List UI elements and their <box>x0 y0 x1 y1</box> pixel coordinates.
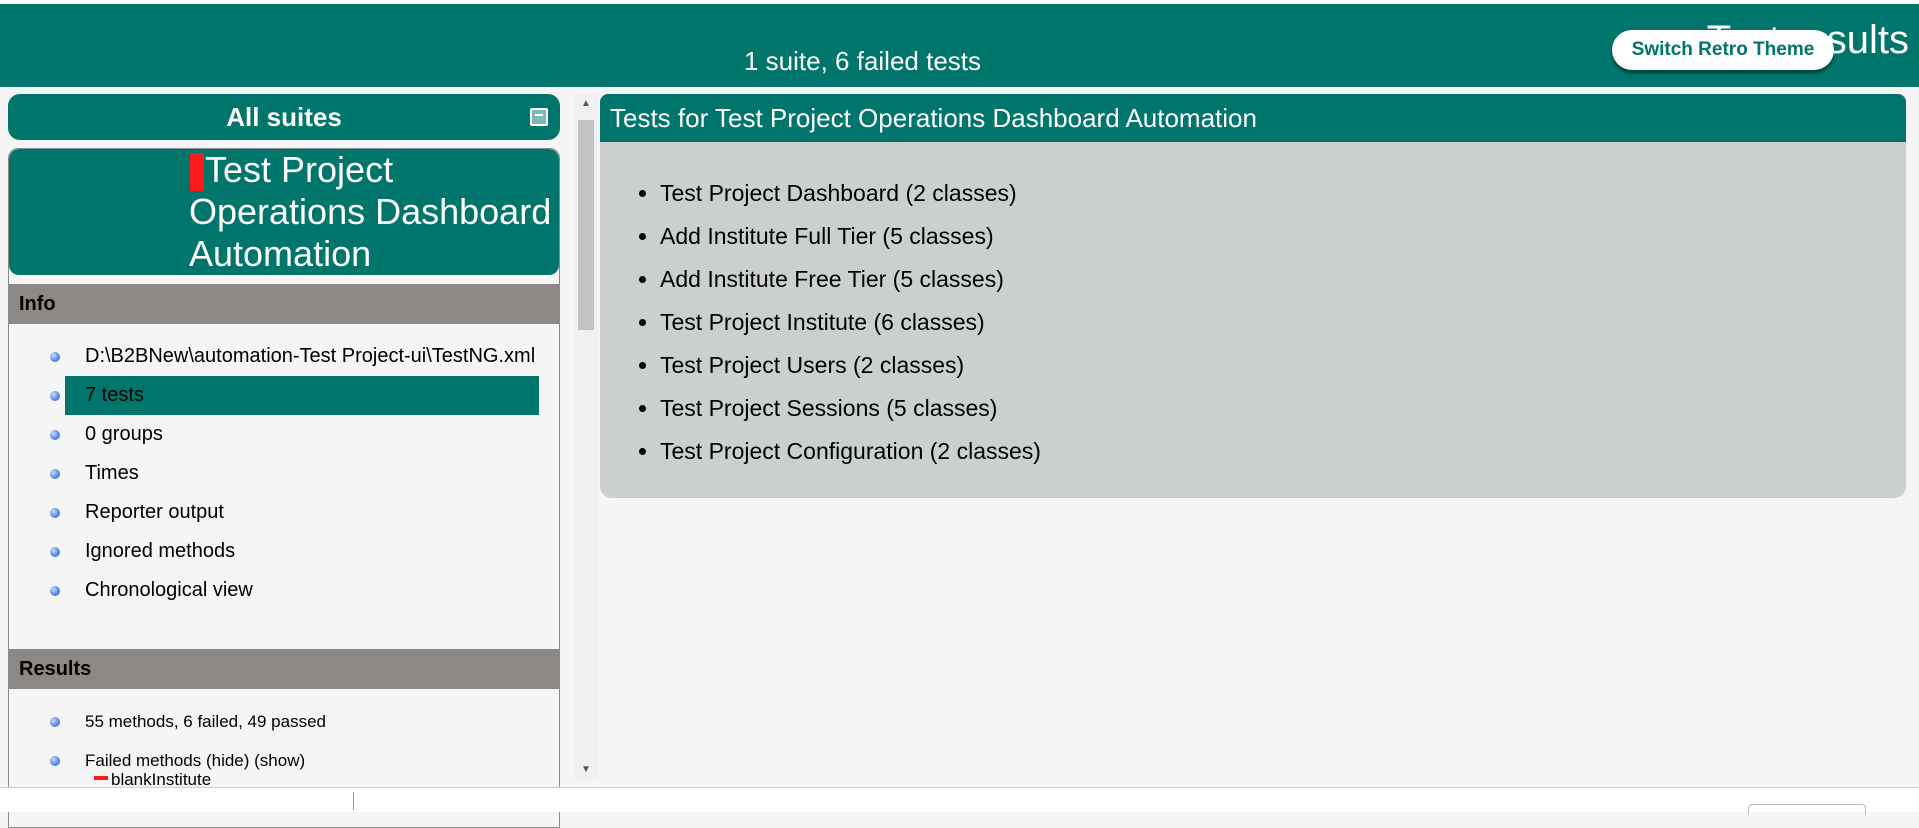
test-item: Test Project Sessions (5 classes) <box>660 387 1906 430</box>
bullet-icon <box>50 430 60 440</box>
bullet-icon <box>50 547 60 557</box>
info-item-ignored-methods[interactable]: Ignored methods <box>9 532 559 571</box>
bottom-control <box>1748 804 1866 815</box>
top-bar: 1 suite, 6 failed tests Test results Swi… <box>0 0 1919 87</box>
divider <box>353 792 354 810</box>
all-suites-label: All suites <box>226 102 342 132</box>
info-item-tests[interactable]: 7 tests <box>9 376 559 415</box>
main-title: Tests for Test Project Operations Dashbo… <box>600 94 1906 142</box>
results-list: 55 methods, 6 failed, 49 passed Failed m… <box>9 702 559 789</box>
bullet-icon <box>50 469 60 479</box>
bullet-icon <box>50 352 60 362</box>
info-item-times[interactable]: Times <box>9 454 559 493</box>
collapse-icon[interactable] <box>530 108 548 126</box>
switch-theme-button[interactable]: Switch Retro Theme <box>1612 30 1834 70</box>
results-item-method-counts: 55 methods, 6 failed, 49 passed <box>9 702 559 741</box>
test-list: Test Project Dashboard (2 classes) Add I… <box>600 142 1906 473</box>
all-suites-header[interactable]: All suites <box>8 94 560 140</box>
test-item: Test Project Users (2 classes) <box>660 344 1906 387</box>
sidebar-panel: Test Project Operations Dashboard Automa… <box>8 148 560 828</box>
test-item: Add Institute Free Tier (5 classes) <box>660 258 1906 301</box>
results-section-heading: Results <box>9 649 559 689</box>
info-list: D:\B2BNew\automation-Test Project-ui\Tes… <box>9 337 559 610</box>
test-item: Test Project Configuration (2 classes) <box>660 430 1906 473</box>
test-item: Test Project Dashboard (2 classes) <box>660 172 1906 215</box>
suite-name[interactable]: Test Project Operations Dashboard Automa… <box>189 149 559 275</box>
suite-header[interactable]: Test Project Operations Dashboard Automa… <box>9 149 559 275</box>
bullet-icon <box>50 586 60 596</box>
bullet-icon <box>50 391 60 401</box>
info-item-suite-file[interactable]: D:\B2BNew\automation-Test Project-ui\Tes… <box>9 337 559 376</box>
test-item: Add Institute Full Tier (5 classes) <box>660 215 1906 258</box>
bullet-icon <box>50 717 60 727</box>
failed-marker-icon <box>94 776 108 780</box>
info-section-heading: Info <box>9 284 559 324</box>
info-item-reporter-output[interactable]: Reporter output <box>9 493 559 532</box>
bullet-icon <box>50 508 60 518</box>
scroll-down-arrow-icon[interactable]: ▼ <box>574 760 598 780</box>
results-item-failed-methods[interactable]: Failed methods (hide) (show) blankInstit… <box>9 741 559 789</box>
info-item-chronological-view[interactable]: Chronological view <box>9 571 559 610</box>
test-list-panel: Test Project Dashboard (2 classes) Add I… <box>600 142 1906 498</box>
suite-summary: 1 suite, 6 failed tests <box>743 46 982 76</box>
scroll-up-arrow-icon[interactable]: ▲ <box>574 94 598 114</box>
bullet-icon <box>50 756 60 766</box>
bottom-strip <box>0 787 1919 815</box>
info-item-groups[interactable]: 0 groups <box>9 415 559 454</box>
sidebar-scrollbar[interactable]: ▲ ▼ <box>574 94 598 780</box>
test-item: Test Project Institute (6 classes) <box>660 301 1906 344</box>
scroll-thumb[interactable] <box>578 120 594 330</box>
